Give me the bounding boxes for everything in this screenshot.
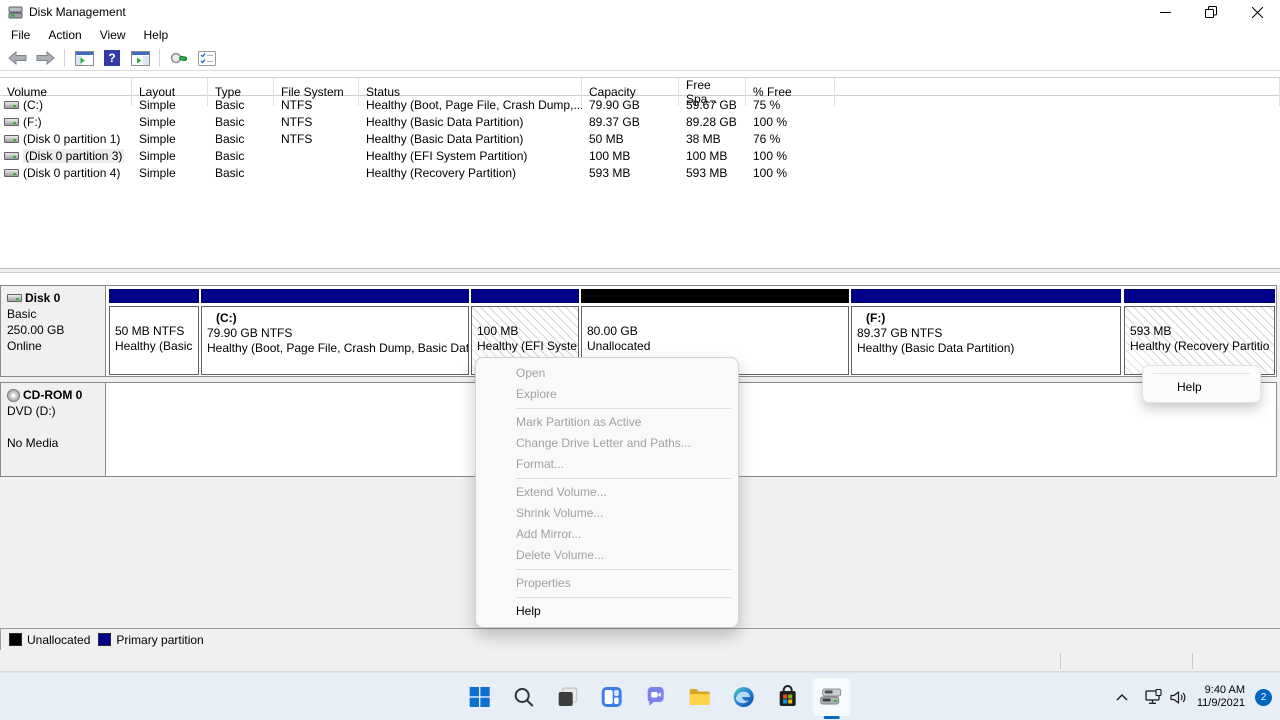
task-view-icon[interactable] (548, 677, 588, 717)
menu-item-properties[interactable]: Properties (476, 573, 738, 594)
partition-color-bar (581, 289, 849, 303)
menu-item-extend-volume[interactable]: Extend Volume... (476, 482, 738, 503)
cdrom-status: No Media (7, 436, 105, 450)
cdrom-icon (7, 389, 20, 402)
volume-icon (4, 101, 19, 109)
table-row-selected[interactable]: (Disk 0 partition 3) Simple Basic Health… (0, 147, 1280, 164)
restore-button[interactable] (1188, 0, 1234, 24)
disk0-status: Online (7, 339, 105, 353)
help-popup: Help (1142, 365, 1261, 403)
disk0-capacity: 250.00 GB (7, 323, 105, 337)
menu-separator (516, 408, 731, 409)
cdrom-label[interactable]: CD-ROM 0 DVD (D:) No Media (1, 383, 106, 476)
store-icon[interactable] (768, 677, 808, 717)
table-row[interactable]: (C:) Simple Basic NTFS Healthy (Boot, Pa… (0, 96, 1280, 113)
menu-bar: File Action View Help (0, 24, 1280, 46)
screen: Disk Management File Action View Help ? … (0, 0, 1280, 720)
partition-color-bar (109, 289, 199, 303)
up-level-icon[interactable] (168, 48, 190, 68)
legend-primary-partition: Primary partition (98, 633, 203, 647)
menu-item-change-drive-letter[interactable]: Change Drive Letter and Paths... (476, 433, 738, 454)
properties-list-icon[interactable] (196, 48, 218, 68)
popup-item-help[interactable]: Help (1143, 374, 1260, 401)
tray-chevron-up-icon[interactable] (1109, 684, 1135, 710)
disk-management-app-icon (8, 6, 23, 19)
partition-color-bar (1124, 289, 1275, 303)
menu-separator (516, 597, 731, 598)
disk0-type: Basic (7, 307, 105, 321)
menu-file[interactable]: File (2, 26, 39, 44)
edge-icon[interactable] (724, 677, 764, 717)
toolbar-separator (159, 49, 160, 67)
volume-icon (4, 118, 19, 126)
toolbar-separator (64, 49, 65, 67)
partition-color-bar (201, 289, 469, 303)
cdrom-drive: DVD (D:) (7, 404, 105, 418)
volume-list: (C:) Simple Basic NTFS Healthy (Boot, Pa… (0, 96, 1280, 181)
network-icon (1145, 689, 1163, 705)
partition-color-bar (851, 289, 1121, 303)
menu-separator (516, 478, 731, 479)
menu-item-format[interactable]: Format... (476, 454, 738, 475)
primary-partition-swatch (98, 633, 111, 646)
toolbar: ? (0, 46, 1280, 71)
volume-icon (4, 169, 19, 177)
menu-item-help[interactable]: Help (476, 601, 738, 622)
menu-item-shrink-volume[interactable]: Shrink Volume... (476, 503, 738, 524)
legend-unallocated: Unallocated (9, 633, 90, 647)
menu-item-add-mirror[interactable]: Add Mirror... (476, 524, 738, 545)
menu-action[interactable]: Action (39, 26, 90, 44)
chat-icon[interactable] (636, 677, 676, 717)
status-bar (0, 650, 1280, 672)
menu-item-delete-volume[interactable]: Delete Volume... (476, 545, 738, 566)
help-icon[interactable]: ? (101, 48, 123, 68)
notification-badge[interactable]: 2 (1255, 689, 1272, 706)
partition-f[interactable]: (F:) 89.37 GB NTFS Healthy (Basic Data P… (851, 286, 1121, 376)
window-title: Disk Management (29, 5, 126, 19)
menu-help[interactable]: Help (135, 26, 178, 44)
disk-icon (7, 294, 22, 302)
title-bar: Disk Management (0, 0, 1280, 24)
start-icon[interactable] (460, 677, 500, 717)
tray-clock[interactable]: 9:40 AM 11/9/2021 (1197, 684, 1245, 710)
partition-50mb[interactable]: 50 MB NTFS Healthy (Basic (109, 286, 199, 376)
table-row[interactable]: (F:) Simple Basic NTFS Healthy (Basic Da… (0, 113, 1280, 130)
partition-c[interactable]: (C:) 79.90 GB NTFS Healthy (Boot, Page F… (201, 286, 469, 376)
context-menu: Open Explore Mark Partition as Active Ch… (475, 357, 739, 628)
action-pane-icon[interactable] (129, 48, 151, 68)
menu-item-open[interactable]: Open (476, 363, 738, 384)
volume-icon (4, 135, 19, 143)
close-button[interactable] (1234, 0, 1280, 24)
table-row[interactable]: (Disk 0 partition 4) Simple Basic Health… (0, 164, 1280, 181)
volume-list-header: Volume Layout Type File System Status Ca… (0, 77, 1280, 96)
menu-item-mark-partition-active[interactable]: Mark Partition as Active (476, 412, 738, 433)
back-icon[interactable] (6, 48, 28, 68)
volume-icon (4, 152, 19, 160)
partition-recovery[interactable]: 593 MB Healthy (Recovery Partitio (1124, 286, 1275, 376)
table-row[interactable]: (Disk 0 partition 1) Simple Basic NTFS H… (0, 130, 1280, 147)
tray-time: 9:40 AM (1197, 684, 1245, 697)
volume-speaker-icon (1170, 690, 1187, 705)
partition-color-bar (471, 289, 579, 303)
file-explorer-icon[interactable] (680, 677, 720, 717)
taskbar: 9:40 AM 11/9/2021 2 (0, 672, 1280, 720)
search-icon[interactable] (504, 677, 544, 717)
widgets-icon[interactable] (592, 677, 632, 717)
disk0-label[interactable]: Disk 0 Basic 250.00 GB Online (1, 286, 106, 376)
menu-separator (516, 569, 731, 570)
unallocated-swatch (9, 633, 22, 646)
minimize-button[interactable] (1142, 0, 1188, 24)
tray-network-volume-group[interactable] (1145, 689, 1187, 705)
menu-view[interactable]: View (91, 26, 135, 44)
forward-icon[interactable] (34, 48, 56, 68)
console-tree-icon[interactable] (73, 48, 95, 68)
disk-management-icon[interactable] (812, 677, 852, 717)
tray-date: 11/9/2021 (1197, 697, 1245, 710)
menu-item-explore[interactable]: Explore (476, 384, 738, 405)
legend-bar: Unallocated Primary partition (0, 628, 1280, 650)
